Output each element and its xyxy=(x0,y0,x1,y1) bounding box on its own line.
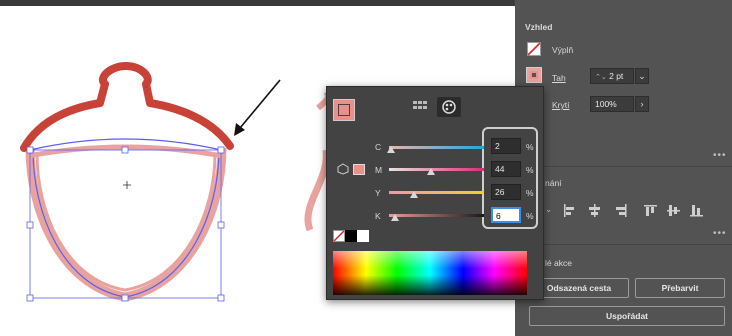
color-mixer-icon[interactable] xyxy=(437,97,461,117)
handle-br xyxy=(217,294,225,302)
handle-mr xyxy=(217,221,225,229)
offset-path-button[interactable]: Odsazená cesta xyxy=(529,278,629,298)
magenta-slider-knob[interactable] xyxy=(426,168,435,175)
align-dropdown-icon[interactable]: ⌄ xyxy=(545,204,552,215)
align-vcenter-icon xyxy=(667,205,680,216)
color-spectrum[interactable] xyxy=(333,251,527,295)
black-value-field[interactable]: 6 xyxy=(491,207,521,223)
stroke-weight-value: 2 pt xyxy=(609,71,624,81)
cyan-slider-knob[interactable] xyxy=(386,146,395,153)
stroke-label[interactable]: Tah xyxy=(552,73,566,83)
acorn-cap xyxy=(20,62,234,152)
arrange-button[interactable]: Uspořádat xyxy=(529,306,725,326)
stroke-weight-field[interactable]: ⌃⌄ 2 pt xyxy=(590,68,634,84)
recolor-button[interactable]: Přebarvit xyxy=(635,278,725,298)
separator xyxy=(515,166,732,167)
handle-ml xyxy=(26,221,34,229)
align-section-title: nání xyxy=(545,178,562,188)
white-swatch xyxy=(357,230,369,242)
properties-panel: Vzhled Výplň Tah ⌃⌄ 2 pt ⌄ ☰ Krytí 100% … xyxy=(515,0,732,336)
cyan-label: C xyxy=(375,142,382,152)
handle-bl xyxy=(26,294,34,302)
annotation-arrow xyxy=(239,79,281,129)
separator xyxy=(515,244,732,245)
black-swatch xyxy=(345,230,357,242)
fill-none-icon[interactable] xyxy=(527,42,541,56)
none-black-white-swatches[interactable] xyxy=(333,230,369,242)
cyan-percent: % xyxy=(526,142,534,152)
quick-actions-title: lé akce xyxy=(545,258,572,268)
yellow-value-field[interactable]: 26 xyxy=(491,184,521,200)
opacity-flyout-icon[interactable]: › xyxy=(635,96,649,112)
black-slider-knob[interactable] xyxy=(390,214,399,221)
handle-tl xyxy=(26,146,34,154)
out-of-gamut-icon[interactable] xyxy=(337,163,349,175)
acorn-artwork[interactable] xyxy=(0,0,330,336)
acorn-body-inner xyxy=(35,153,217,292)
handle-tm xyxy=(121,146,129,154)
black-label: K xyxy=(375,211,381,221)
stroke-stepper-icon[interactable]: ⌃⌄ xyxy=(595,74,607,81)
align-top-icon xyxy=(644,205,657,216)
color-popup-panel: C 2 % M 44 % Y 26 % K 6 % xyxy=(326,86,544,300)
align-hcenter-icon xyxy=(589,204,600,217)
align-buttons[interactable] xyxy=(562,204,722,218)
stroke-swatch[interactable] xyxy=(526,67,542,83)
cyan-value-field[interactable]: 2 xyxy=(491,138,521,154)
yellow-label: Y xyxy=(375,188,381,198)
opacity-field[interactable]: 100% xyxy=(590,96,634,112)
cyan-slider[interactable] xyxy=(389,146,484,149)
stroke-weight-dropdown-icon[interactable]: ⌄ xyxy=(635,68,649,84)
yellow-slider-knob[interactable] xyxy=(409,191,418,198)
magenta-value-field[interactable]: 44 xyxy=(491,161,521,177)
black-percent: % xyxy=(526,211,534,221)
magenta-percent: % xyxy=(526,165,534,175)
opacity-label[interactable]: Krytí xyxy=(552,100,569,110)
align-bottom-icon xyxy=(690,205,703,217)
handle-tr xyxy=(217,146,225,154)
magenta-slider[interactable] xyxy=(389,168,484,171)
fill-label: Výplň xyxy=(552,45,574,55)
yellow-percent: % xyxy=(526,188,534,198)
magenta-label: M xyxy=(375,165,383,175)
appearance-section-title: Vzhled xyxy=(525,22,553,32)
stroke-color-preview[interactable] xyxy=(333,99,355,121)
swatches-icon[interactable] xyxy=(413,101,427,113)
align-right-icon xyxy=(616,204,627,217)
web-safe-swatch[interactable] xyxy=(353,164,365,175)
appearance-more-options[interactable]: ••• xyxy=(713,150,727,161)
background-shape-partial xyxy=(304,149,330,232)
yellow-slider[interactable] xyxy=(389,191,484,194)
align-more-options[interactable]: ••• xyxy=(713,228,727,239)
handle-bm xyxy=(121,294,129,302)
align-left-icon xyxy=(564,204,574,217)
black-slider[interactable] xyxy=(389,214,484,217)
